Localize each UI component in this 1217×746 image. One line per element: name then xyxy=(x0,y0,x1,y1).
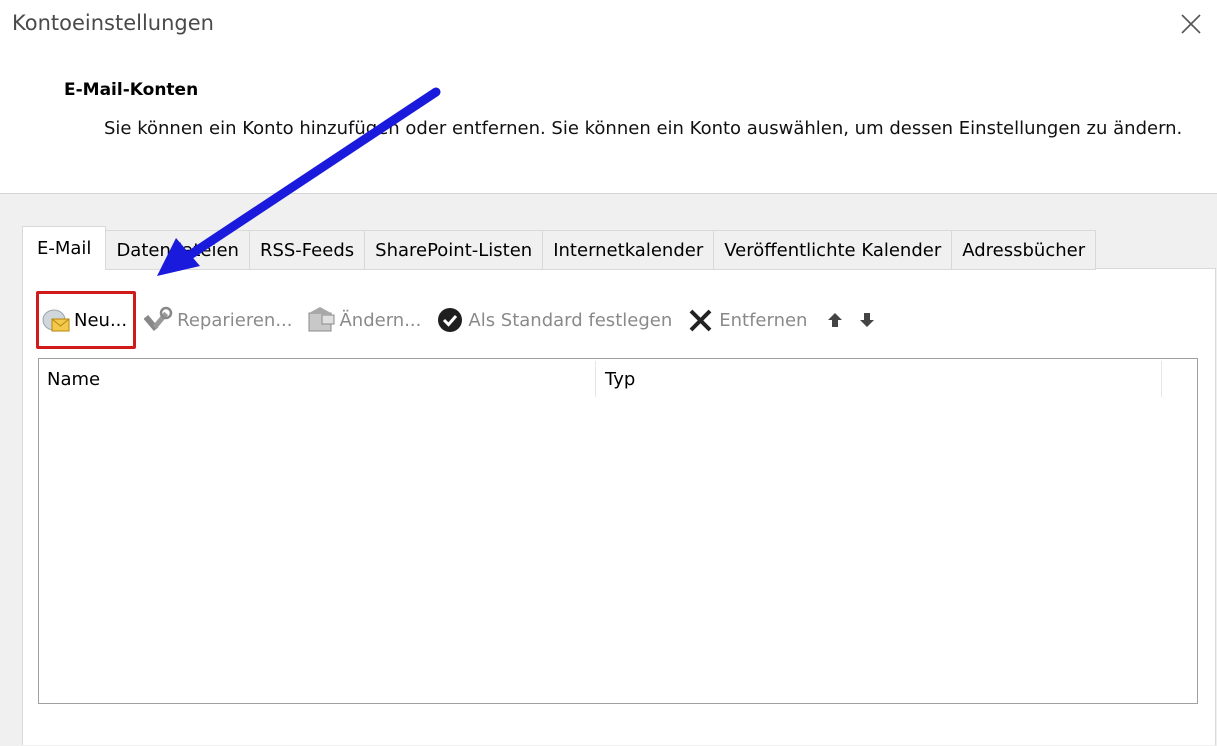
set-default-label: Als Standard festlegen xyxy=(468,309,673,331)
arrow-down-icon xyxy=(860,313,875,327)
move-down-button[interactable] xyxy=(851,298,883,342)
new-account-button[interactable]: Neu... xyxy=(36,291,137,349)
checkmark-circle-icon xyxy=(438,308,463,332)
window-title: Kontoeinstellungen xyxy=(12,11,214,35)
set-default-button[interactable]: Als Standard festlegen xyxy=(431,298,676,342)
tab-sharepoint-lists[interactable]: SharePoint-Listen xyxy=(365,230,544,270)
remove-label: Entfernen xyxy=(719,309,808,331)
tab-published-calendars[interactable]: Veröffentlichte Kalender xyxy=(714,230,953,270)
change-account-icon xyxy=(308,307,335,332)
account-list[interactable]: Name Typ xyxy=(38,358,1198,704)
column-header-name[interactable]: Name xyxy=(47,369,100,390)
list-header: Name Typ xyxy=(39,359,1197,399)
tab-email[interactable]: E-Mail xyxy=(22,226,107,270)
title-bar: Kontoeinstellungen xyxy=(0,0,1217,56)
tab-internet-calendars[interactable]: Internetkalender xyxy=(543,230,715,270)
remove-button[interactable]: Entfernen xyxy=(682,298,811,342)
repair-label: Reparieren... xyxy=(177,309,293,331)
tab-address-books[interactable]: Adressbücher xyxy=(952,230,1097,270)
column-separator[interactable] xyxy=(1161,361,1162,397)
column-header-type[interactable]: Typ xyxy=(605,369,635,390)
repair-button[interactable]: Reparieren... xyxy=(140,298,296,342)
tools-icon xyxy=(144,306,173,332)
account-toolbar: Neu... Reparieren... Ändern... Als Stand… xyxy=(36,291,883,349)
change-label: Ändern... xyxy=(339,309,422,331)
section-description: Sie können ein Konto hinzufügen oder ent… xyxy=(104,118,1183,139)
close-icon xyxy=(1181,14,1201,34)
close-button[interactable] xyxy=(1177,10,1205,38)
new-account-label: Neu... xyxy=(74,309,128,331)
tab-strip: E-Mail Datendateien RSS-Feeds SharePoint… xyxy=(22,226,1097,270)
section-heading: E-Mail-Konten xyxy=(64,80,199,100)
move-up-button[interactable] xyxy=(819,298,851,342)
arrow-up-icon xyxy=(828,313,843,327)
tab-data-files[interactable]: Datendateien xyxy=(106,230,250,270)
tab-rss-feeds[interactable]: RSS-Feeds xyxy=(249,230,366,270)
remove-x-icon xyxy=(689,309,712,332)
column-separator[interactable] xyxy=(595,361,596,397)
change-button[interactable]: Ändern... xyxy=(302,298,425,342)
new-mail-icon xyxy=(42,309,70,332)
